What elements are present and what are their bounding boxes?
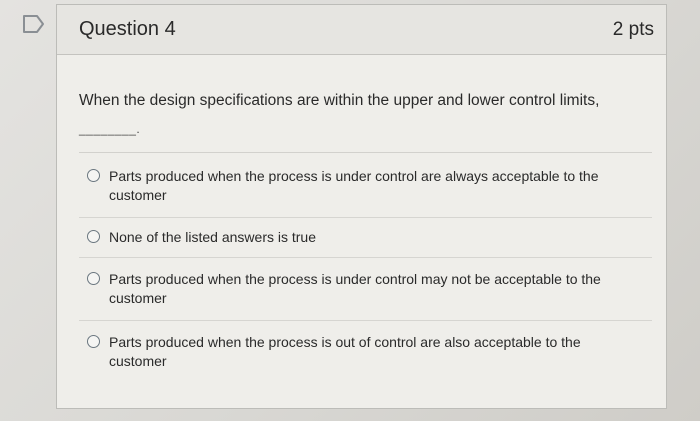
answer-label: Parts produced when the process is out o… xyxy=(109,334,581,369)
answer-label: Parts produced when the process is under… xyxy=(109,271,601,306)
question-body: When the design specifications are withi… xyxy=(57,92,666,381)
answer-option[interactable]: None of the listed answers is true xyxy=(79,218,652,258)
answer-option[interactable]: Parts produced when the process is under… xyxy=(79,258,652,321)
answer-label: None of the listed answers is true xyxy=(109,229,316,245)
question-title: Question 4 xyxy=(79,18,176,40)
bookmark-flag-icon[interactable] xyxy=(22,14,46,34)
question-blank: ________. xyxy=(79,122,141,136)
answer-list: Parts produced when the process is under… xyxy=(79,152,652,381)
radio-unselected-icon[interactable] xyxy=(87,169,100,182)
answer-label: Parts produced when the process is under… xyxy=(109,168,599,203)
answer-option[interactable]: Parts produced when the process is under… xyxy=(79,153,652,218)
question-header: Question 4 2 pts xyxy=(57,5,666,55)
radio-unselected-icon[interactable] xyxy=(87,272,100,285)
question-card: Question 4 2 pts When the design specifi… xyxy=(56,4,667,409)
radio-unselected-icon[interactable] xyxy=(87,335,100,348)
question-prompt: When the design specifications are withi… xyxy=(79,92,600,109)
question-points: 2 pts xyxy=(612,18,654,40)
answer-option[interactable]: Parts produced when the process is out o… xyxy=(79,321,652,381)
radio-unselected-icon[interactable] xyxy=(87,230,100,243)
